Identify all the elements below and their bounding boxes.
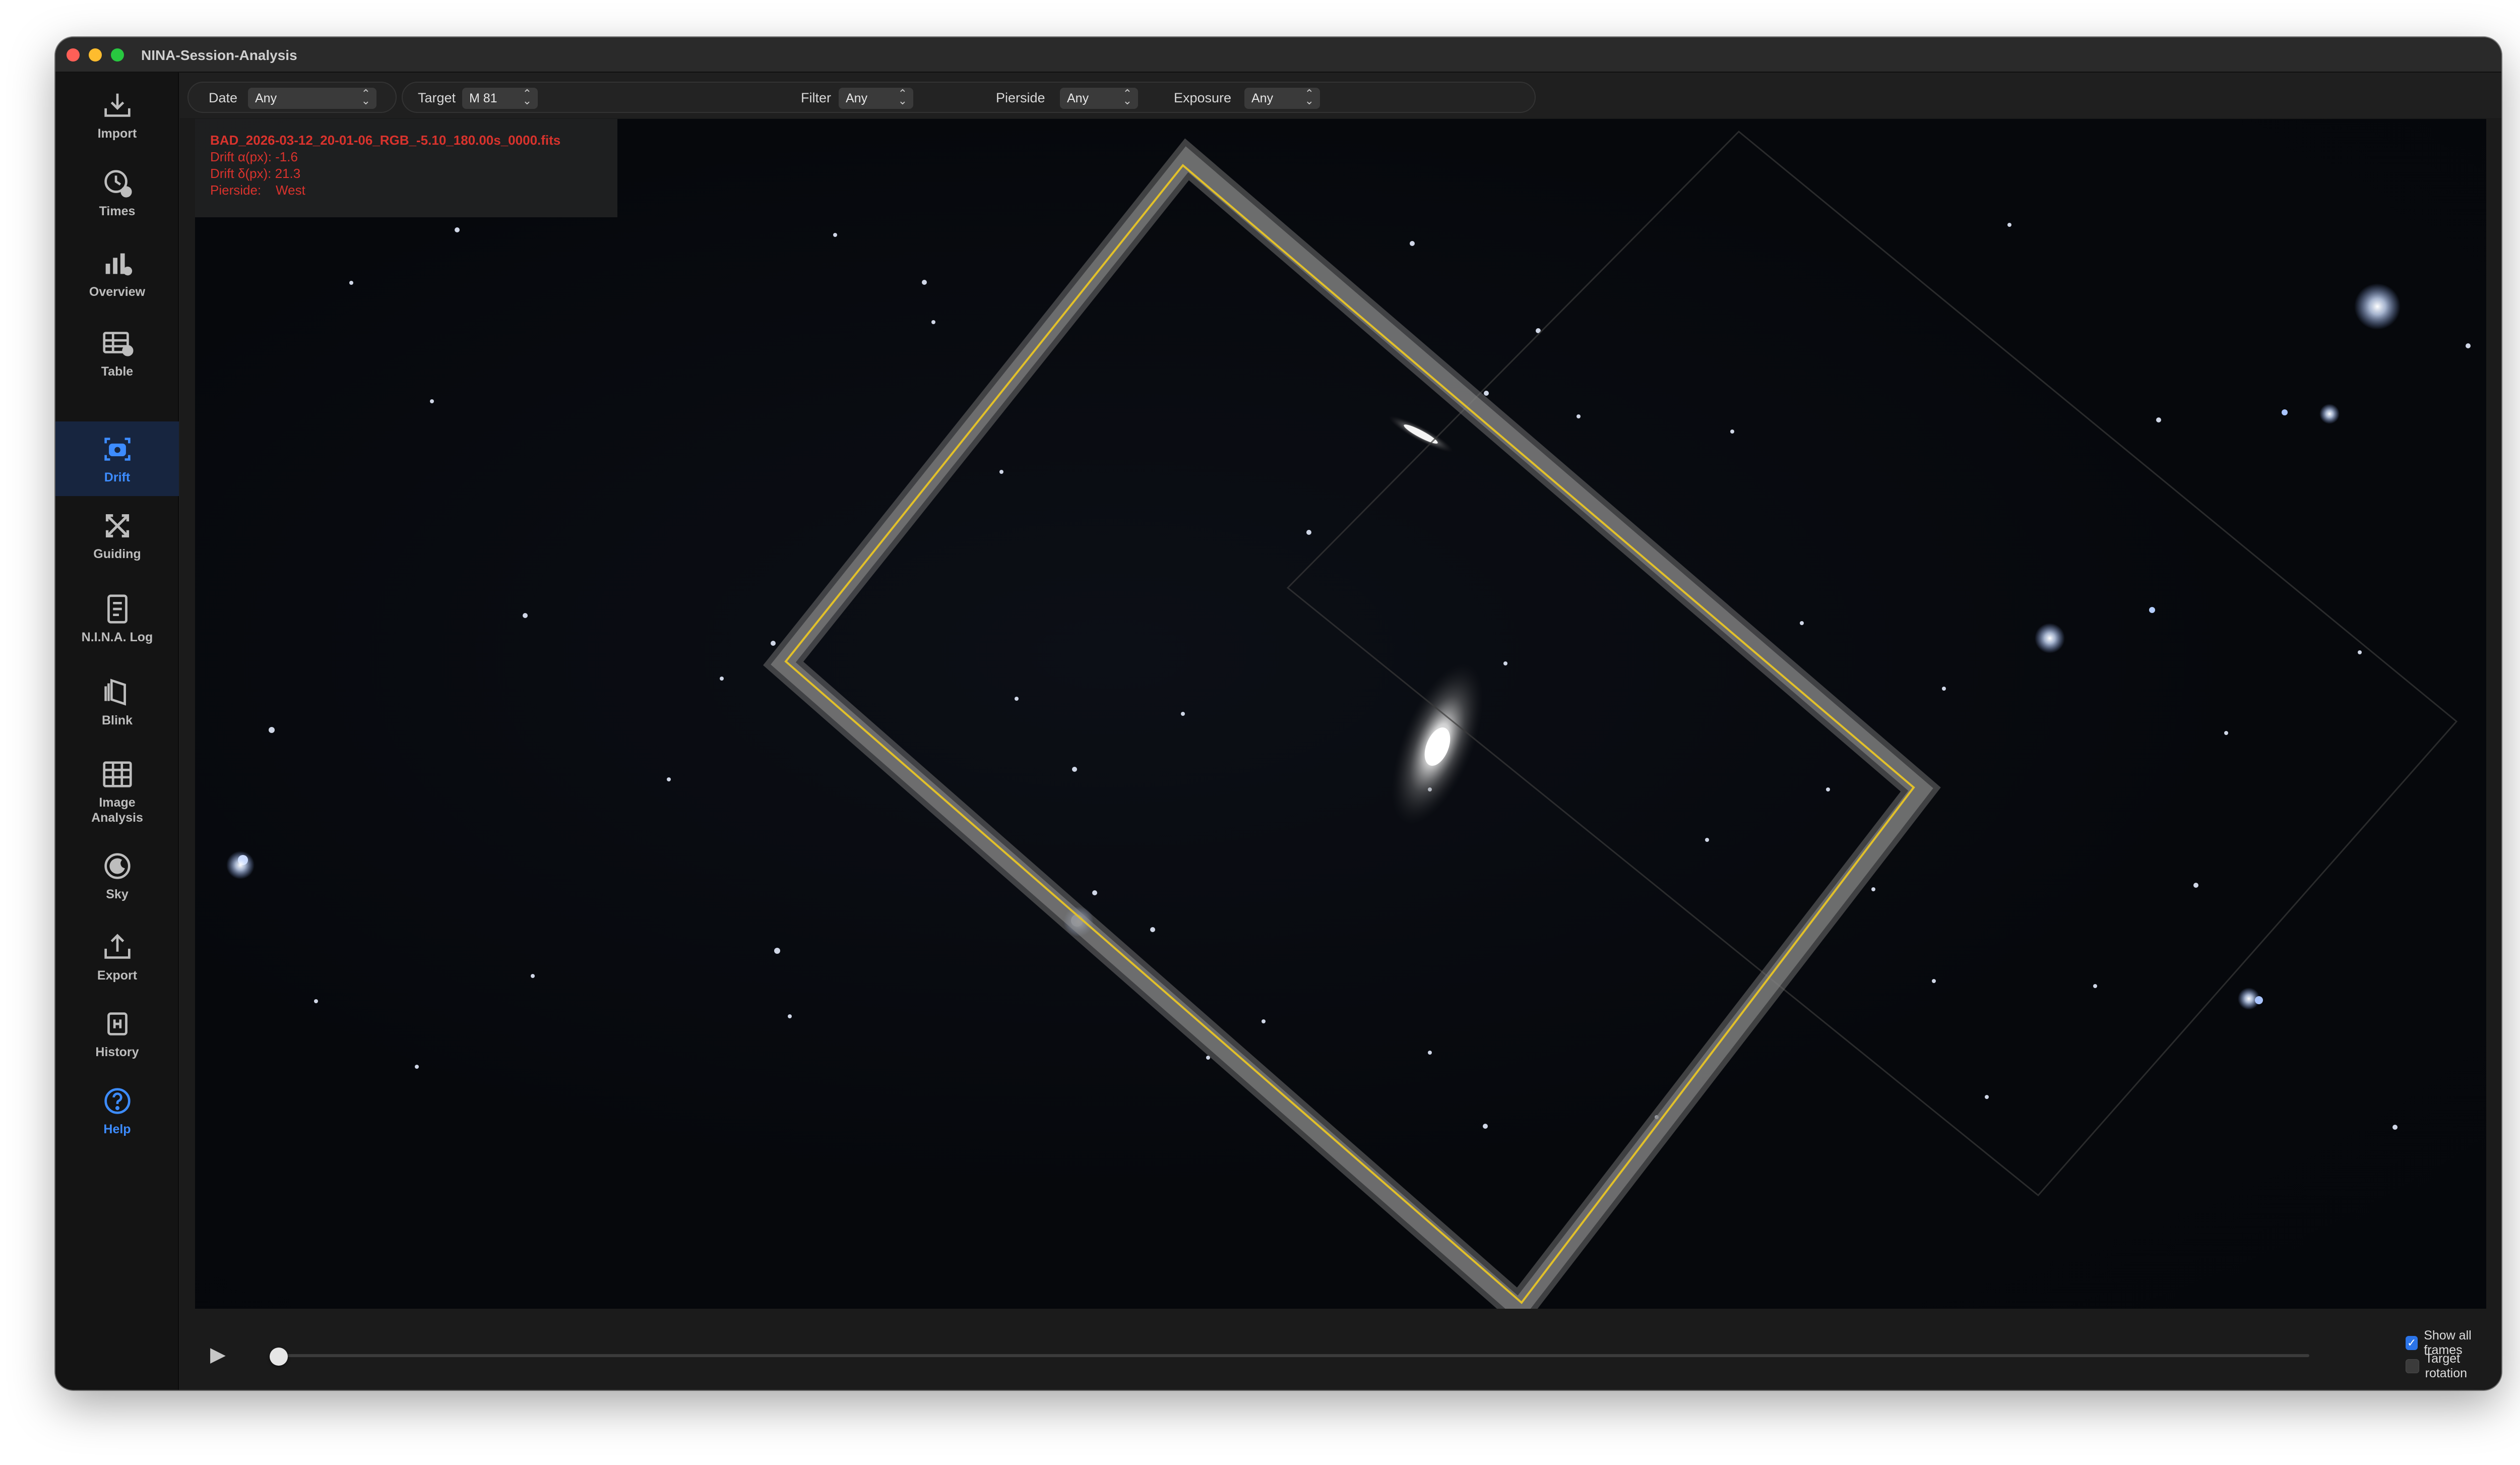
exposure-select-value: Any	[1251, 91, 1274, 105]
sidebar-item-label: Image Analysis	[91, 796, 143, 825]
camera-icon	[100, 432, 135, 467]
sidebar-item-blink[interactable]: Blink	[55, 667, 179, 743]
exposure-filter-label: Exposure	[1174, 90, 1232, 105]
zoom-window-button[interactable]	[111, 48, 124, 62]
sidebar-item-table[interactable]: Table	[55, 320, 179, 395]
target-filter-group: Target M 81 ⌃ ⌄ Filter Any ⌃ ⌄ Pierside An…	[402, 82, 1536, 113]
grid-icon	[100, 757, 135, 792]
date-filter: Date Any ⌃ ⌄	[187, 82, 397, 113]
target-rotation-checkbox[interactable]	[2406, 1359, 2419, 1373]
filter-bar: Date Any ⌃ ⌄ Target M 81 ⌃ ⌄ Filter Any ⌃ ⌄…	[180, 73, 2501, 118]
title-bar: NINA-Session-Analysis	[55, 37, 2501, 73]
sidebar-item-times[interactable]: Times	[55, 158, 179, 231]
chevron-updown-icon: ⌃ ⌄	[1122, 87, 1132, 107]
sidebar-item-label: Guiding	[93, 547, 141, 561]
minimize-window-button[interactable]	[89, 48, 102, 62]
sidebar-item-overview[interactable]: Overview	[55, 239, 179, 315]
frame-outline-stack	[763, 138, 1941, 1309]
sidebar-item-label: Drift	[104, 470, 131, 484]
export-icon	[100, 930, 135, 965]
sidebar-item-image-analysis[interactable]: Image Analysis	[55, 751, 179, 841]
sidebar: Import Times Overview Table Drift Guidin…	[55, 73, 179, 1390]
play-icon: ▶	[210, 1344, 226, 1366]
show-all-frames-toggle[interactable]: ✓ Show all frames	[2406, 1328, 2501, 1357]
frame-outline-faint	[1286, 130, 2458, 1197]
sidebar-item-guiding[interactable]: Guiding	[55, 501, 179, 577]
play-button[interactable]: ▶	[210, 1344, 232, 1366]
drift-delta-value: Drift δ(px): 21.3	[210, 166, 301, 181]
date-select-value: Any	[255, 91, 277, 105]
sidebar-item-import[interactable]: Import	[55, 83, 179, 153]
window-title: NINA-Session-Analysis	[141, 47, 297, 63]
frame-slider[interactable]	[276, 1354, 2309, 1357]
playback-bar: ▶ ✓ Show all frames Target rotation	[180, 1314, 2501, 1390]
app-window: NINA-Session-Analysis Import Times Overv…	[55, 37, 2501, 1390]
show-all-frames-checkbox[interactable]: ✓	[2406, 1336, 2418, 1350]
sidebar-item-label: N.I.N.A. Log	[81, 630, 153, 644]
filter-select[interactable]: Any ⌃ ⌄	[839, 88, 913, 109]
drift-view: Date Any ⌃ ⌄ Target M 81 ⌃ ⌄ Filter Any ⌃ ⌄…	[180, 73, 2501, 1390]
sidebar-item-label: Overview	[89, 285, 146, 299]
target-filter-label: Target	[418, 90, 456, 105]
galaxy-m81	[1392, 663, 1483, 825]
sidebar-item-nina-log[interactable]: N.I.N.A. Log	[55, 584, 179, 660]
pierside-select[interactable]: Any ⌃ ⌄	[1060, 88, 1138, 109]
star-field-image	[226, 130, 2471, 1309]
sidebar-item-label: Export	[97, 968, 138, 983]
filter-select-value: Any	[846, 91, 868, 105]
target-select[interactable]: M 81 ⌃ ⌄	[462, 88, 538, 109]
moon-icon	[100, 848, 135, 884]
chevron-updown-icon: ⌃ ⌄	[1304, 87, 1314, 107]
date-select[interactable]: Any ⌃ ⌄	[248, 88, 376, 109]
pierside-select-value: Any	[1067, 91, 1089, 105]
chevron-updown-icon: ⌃ ⌄	[361, 87, 370, 107]
clock-icon	[100, 165, 135, 201]
galaxy-m82	[1389, 416, 1453, 452]
filter-filter-label: Filter	[801, 90, 831, 105]
exposure-select[interactable]: Any ⌃ ⌄	[1244, 88, 1320, 109]
target-rotation-toggle[interactable]: Target rotation	[2406, 1352, 2501, 1380]
import-icon	[100, 88, 135, 123]
sidebar-item-label: Import	[97, 127, 137, 141]
pierside-filter-label: Pierside	[996, 90, 1045, 105]
frame-slider-knob[interactable]	[270, 1348, 288, 1366]
sidebar-item-drift[interactable]: Drift	[55, 421, 179, 496]
pierside-value: Pierside: West	[210, 182, 305, 198]
drift-image-viewer[interactable]: BAD_2026-03-12_20-01-06_RGB_-5.10_180.00…	[195, 119, 2486, 1309]
document-icon	[100, 591, 135, 627]
date-filter-label: Date	[209, 90, 238, 105]
bar-chart-icon	[100, 246, 135, 281]
sidebar-item-label: Times	[99, 204, 136, 218]
target-rotation-label: Target rotation	[2425, 1352, 2468, 1380]
frame-info-panel: BAD_2026-03-12_20-01-06_RGB_-5.10_180.00…	[195, 119, 617, 217]
sidebar-item-label: Blink	[101, 713, 133, 727]
sidebar-item-label: Table	[101, 364, 134, 379]
sidebar-item-help[interactable]: Help	[55, 1077, 179, 1153]
history-icon	[100, 1006, 135, 1042]
close-window-button[interactable]	[67, 48, 80, 62]
drift-alpha-value: Drift α(px): -1.6	[210, 149, 298, 164]
frame-filename: BAD_2026-03-12_20-01-06_RGB_-5.10_180.00…	[210, 133, 561, 148]
arrows-expand-icon	[100, 508, 135, 543]
table-icon	[100, 326, 135, 361]
sidebar-item-label: History	[95, 1045, 139, 1059]
help-icon	[100, 1083, 135, 1119]
layers-icon	[100, 675, 135, 710]
sidebar-item-sky[interactable]: Sky	[55, 841, 179, 917]
sidebar-item-history[interactable]: History	[55, 1001, 179, 1077]
chevron-updown-icon: ⌃ ⌄	[522, 87, 532, 107]
target-select-value: M 81	[469, 91, 497, 105]
sidebar-item-label: Sky	[106, 887, 129, 901]
chevron-updown-icon: ⌃ ⌄	[898, 87, 907, 107]
sidebar-item-export[interactable]: Export	[55, 924, 179, 999]
sidebar-item-label: Help	[103, 1122, 131, 1136]
